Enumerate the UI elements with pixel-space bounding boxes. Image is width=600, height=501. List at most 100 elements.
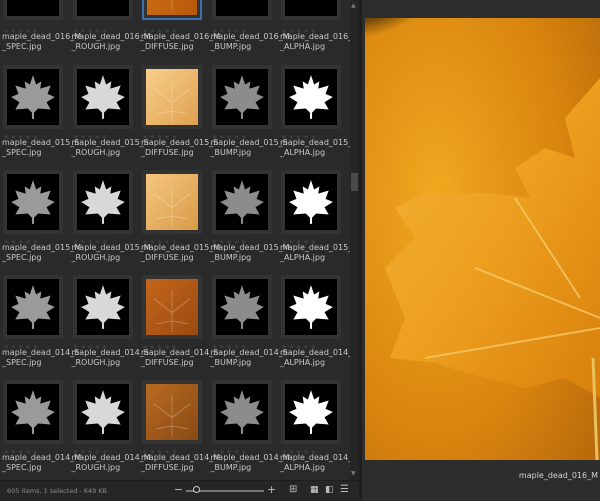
thumbnail-image: [285, 69, 337, 125]
scroll-down-icon[interactable]: ▼: [351, 470, 356, 477]
thumbnail-item[interactable]: ★★★★★ maple_dead_014_M _DIFFUSE.jpg: [139, 380, 220, 480]
filename-line2: _ALPHA.jpg: [280, 148, 326, 157]
thumbnail-frame[interactable]: [281, 275, 341, 339]
filename-line1: maple_dead_016_M: [71, 32, 151, 41]
thumbnail-item[interactable]: ★★★★★ maple_dead_014_M _SPEC.jpg: [0, 380, 81, 480]
filename-line2: _ALPHA.jpg: [280, 253, 326, 262]
thumbnail-item[interactable]: ★★★★★ maple_dead_016_M _ROUGH.jpg: [70, 0, 151, 51]
thumbnail-image: [146, 69, 198, 125]
thumbnail-frame[interactable]: [281, 380, 341, 444]
grid-lines-view-icon[interactable]: ⊞: [289, 484, 297, 496]
thumbnail-item[interactable]: ★★★★★ maple_dead_014_M _ROUGH.jpg: [70, 380, 151, 480]
thumbnail-item[interactable]: ★★★★★ maple_dead_015_S _ROUGH.jpg: [70, 65, 149, 170]
thumbnail-image: [146, 384, 198, 440]
thumbnail-item[interactable]: ★★★★★ maple_dead_015_S _ALPHA.jpg: [278, 65, 350, 170]
thumbnail-grid: ★★★★★ maple_dead_016_M _SPEC.jpg ★★★★★ m…: [0, 0, 350, 480]
filename-line1: maple_dead_016_M: [210, 32, 290, 41]
thumbnail-frame[interactable]: [3, 380, 63, 444]
filename-line1: maple_dead_014_S: [210, 348, 288, 357]
thumbnail-frame[interactable]: [211, 65, 272, 129]
thumbnail-image: [76, 0, 129, 16]
thumbnail-frame[interactable]: [281, 170, 341, 234]
thumbnail-image: [215, 384, 268, 440]
thumbnail-frame[interactable]: [142, 380, 202, 444]
thumbnail-frame[interactable]: [72, 275, 133, 339]
thumbnail-frame[interactable]: [3, 65, 63, 129]
thumbnail-frame[interactable]: [211, 0, 272, 20]
thumbnail-image: [7, 69, 59, 125]
thumbnail-frame[interactable]: [211, 170, 272, 234]
filename-line1: maple_dead_015_S: [71, 138, 149, 147]
status-bar: 605 items, 1 selected - 649 KB − + ⊞ ▦ ◧…: [0, 480, 359, 501]
thumbnail-frame[interactable]: [72, 170, 133, 234]
thumbnail-image: [215, 69, 268, 125]
thumbnail-frame[interactable]: [281, 0, 341, 20]
thumbnail-image: [146, 279, 198, 335]
thumbnail-item[interactable]: ★★★★★ maple_dead_014_S _DIFFUSE.jpg: [139, 275, 218, 380]
filename-line1: maple_dead_014_M: [280, 453, 350, 462]
thumbnail-frame[interactable]: [3, 0, 63, 20]
thumbnail-item[interactable]: ★★★★★ maple_dead_015_M _BUMP.jpg: [209, 170, 290, 275]
thumbnail-item[interactable]: ★★★★★ maple_dead_014_S _SPEC.jpg: [0, 275, 79, 380]
thumbnail-item[interactable]: ★★★★★ maple_dead_015_S _SPEC.jpg: [0, 65, 79, 170]
thumbnail-item[interactable]: ★★★★★ maple_dead_016_M _DIFFUSE.jpg: [139, 0, 220, 51]
thumbnail-image: [7, 174, 59, 230]
zoom-in-button[interactable]: +: [267, 484, 276, 496]
thumbnail-item[interactable]: ★★★★★ maple_dead_014_M _ALPHA.jpg: [278, 380, 350, 480]
thumbnail-frame[interactable]: [3, 275, 63, 339]
thumbnail-item[interactable]: ★★★★★ maple_dead_016_M _ALPHA.jpg: [278, 0, 350, 51]
thumbnail-frame[interactable]: [281, 65, 341, 129]
thumbnail-image: [76, 384, 129, 440]
filename-line2: _SPEC.jpg: [2, 148, 42, 157]
grid-scrollbar[interactable]: ▲ ▼: [350, 0, 359, 480]
thumbnail-frame[interactable]: [211, 380, 272, 444]
thumbnail-item[interactable]: ★★★★★ maple_dead_014_S _ROUGH.jpg: [70, 275, 149, 380]
scrollbar-thumb[interactable]: [351, 173, 358, 191]
thumbnail-item[interactable]: ★★★★★ maple_dead_015_S _BUMP.jpg: [209, 65, 288, 170]
filename-line1: maple_dead_014_S: [71, 348, 149, 357]
thumbnail-frame[interactable]: [142, 170, 202, 234]
zoom-out-button[interactable]: −: [174, 484, 183, 496]
thumbnail-image: [7, 0, 59, 16]
thumbnail-image: [146, 174, 198, 230]
preview-image: [365, 18, 600, 460]
thumbnail-item[interactable]: ★★★★★ maple_dead_014_M _BUMP.jpg: [209, 380, 290, 480]
thumbnail-frame[interactable]: [142, 65, 202, 129]
thumbnail-image: [76, 279, 129, 335]
filename-line1: maple_dead_014_S: [2, 348, 80, 357]
filename-line2: _DIFFUSE.jpg: [141, 148, 194, 157]
slider-knob[interactable]: [192, 486, 200, 493]
thumbnail-view-icon[interactable]: ▦: [310, 484, 319, 496]
thumbnail-image: [215, 174, 268, 230]
thumbnail-image: [76, 69, 129, 125]
thumbnail-frame[interactable]: [142, 275, 202, 339]
filename-line2: _ROUGH.jpg: [71, 358, 121, 367]
thumbnail-frame[interactable]: [72, 65, 133, 129]
thumbnail-item[interactable]: ★★★★★ maple_dead_015_S _DIFFUSE.jpg: [139, 65, 218, 170]
thumbnail-frame[interactable]: [142, 0, 202, 20]
scroll-up-icon[interactable]: ▲: [351, 2, 356, 9]
thumbnail-frame[interactable]: [211, 275, 272, 339]
thumbnail-item[interactable]: ★★★★★ maple_dead_014_S _ALPHA.jpg: [278, 275, 350, 380]
thumbnail-frame[interactable]: [72, 380, 133, 444]
thumbnail-frame[interactable]: [72, 0, 133, 20]
thumbnail-item[interactable]: ★★★★★ maple_dead_015_M _ALPHA.jpg: [278, 170, 350, 275]
thumbnail-item[interactable]: ★★★★★ maple_dead_015_M _ROUGH.jpg: [70, 170, 151, 275]
filename-line2: _DIFFUSE.jpg: [141, 463, 194, 472]
filename-line2: _BUMP.jpg: [210, 148, 252, 157]
thumbnail-image: [285, 279, 337, 335]
thumbnail-frame[interactable]: [3, 170, 63, 234]
filename-line2: _ALPHA.jpg: [280, 358, 326, 367]
preview-caption: maple_dead_016_M: [518, 471, 598, 480]
thumbnail-item[interactable]: ★★★★★ maple_dead_015_M _DIFFUSE.jpg: [139, 170, 220, 275]
filename-line1: maple_dead_015_S: [280, 138, 350, 147]
thumbnail-item[interactable]: ★★★★★ maple_dead_015_M _SPEC.jpg: [0, 170, 81, 275]
thumbnail-item[interactable]: ★★★★★ maple_dead_016_M _SPEC.jpg: [0, 0, 81, 51]
thumbnail-item[interactable]: ★★★★★ maple_dead_016_M _BUMP.jpg: [209, 0, 290, 51]
filename-line1: maple_dead_015_S: [210, 138, 288, 147]
thumbnail-item[interactable]: ★★★★★ maple_dead_014_S _BUMP.jpg: [209, 275, 288, 380]
list-view-icon[interactable]: ☰: [340, 484, 349, 496]
thumbnail-image: [147, 0, 197, 15]
filename-line2: _BUMP.jpg: [210, 463, 252, 472]
details-view-icon[interactable]: ◧: [325, 484, 334, 496]
